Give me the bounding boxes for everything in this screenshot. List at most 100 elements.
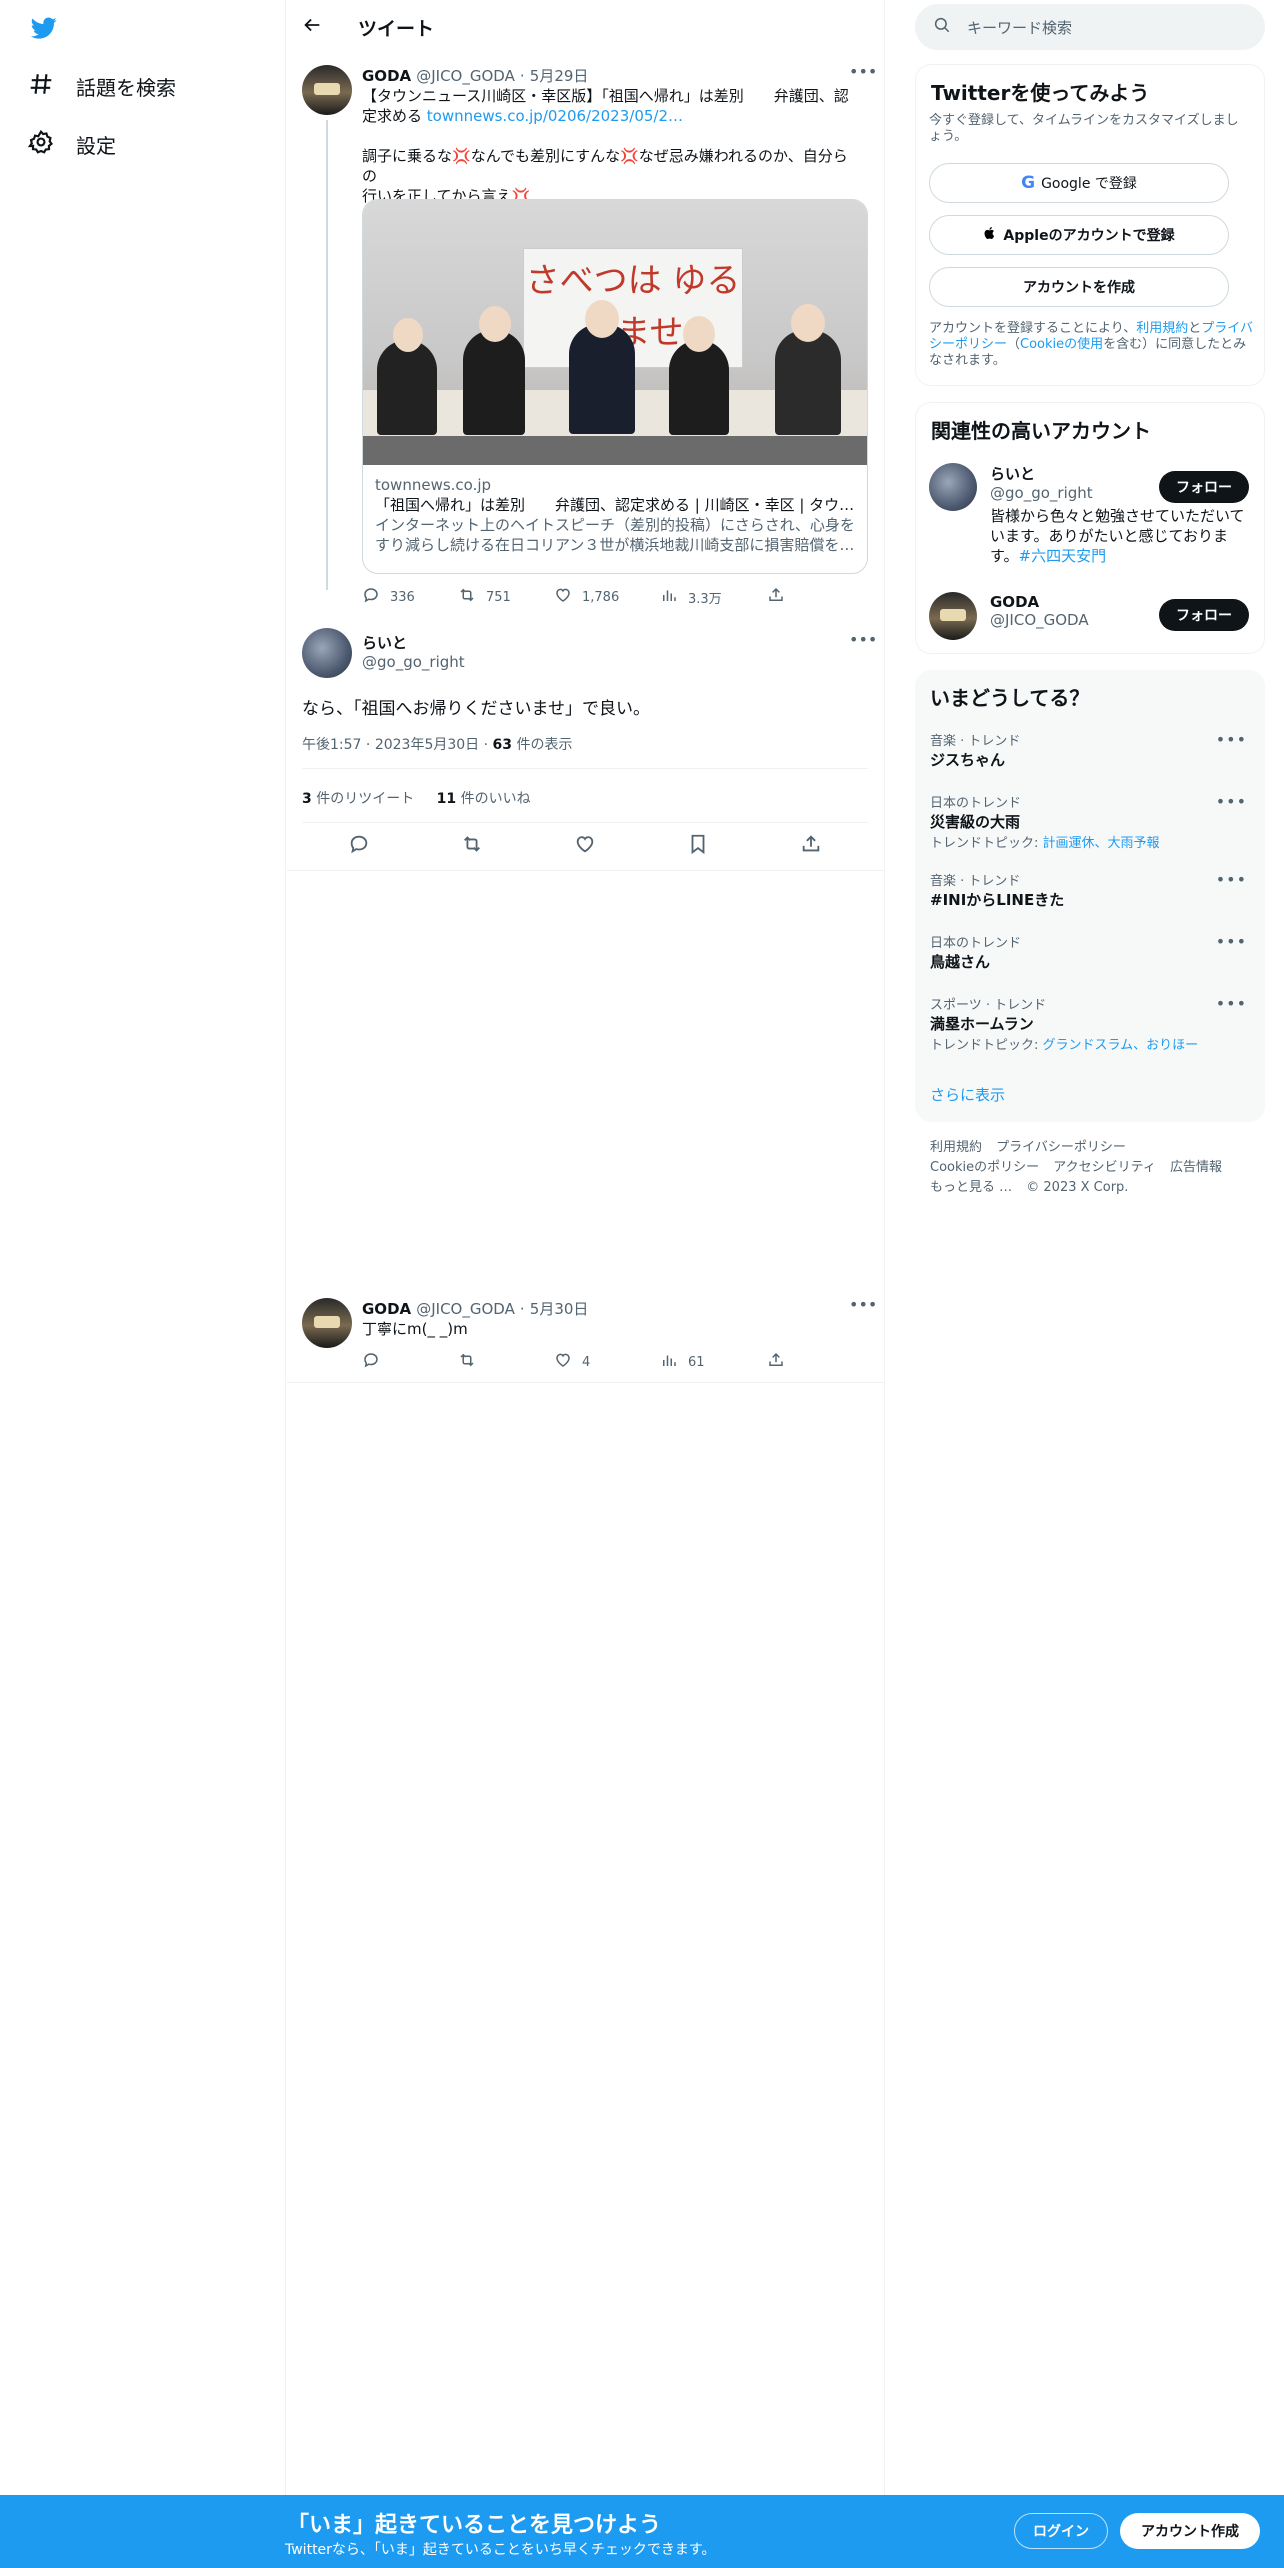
trend-item[interactable]: 日本のトレンド 鳥越さん [930, 932, 1250, 972]
trend-topic-links[interactable]: 計画運休、大雨予報 [1043, 836, 1160, 851]
signup-button[interactable]: アカウント作成 [1120, 2513, 1260, 2549]
page-title: ツイート [358, 18, 435, 40]
more-options-icon[interactable]: ••• [849, 630, 877, 649]
trend-item[interactable]: 音楽 · トレンド #INIからLINEきた [930, 870, 1250, 910]
trend-category: スポーツ · トレンド [930, 998, 1047, 1013]
terms-link[interactable]: 利用規約 [1136, 321, 1188, 336]
retweet-button[interactable]: 751 [458, 586, 554, 608]
avatar[interactable] [302, 65, 352, 115]
trend-item[interactable]: 日本のトレンド 災害級の大雨 トレンドトピック: 計画運休、大雨予報 [930, 792, 1250, 851]
retweet-button[interactable] [458, 1351, 554, 1373]
search-icon [933, 16, 951, 38]
footer-link[interactable]: Cookieのポリシー [930, 1160, 1039, 1175]
left-nav: 話題を検索 設定 [0, 0, 286, 2568]
more-options-icon[interactable]: ••• [1216, 792, 1247, 811]
heart-icon[interactable] [574, 833, 596, 859]
tweet-link[interactable]: townnews.co.jp/0206/2023/05/2… [427, 107, 683, 125]
tweet-text: 【タウンニュース川崎区・幸区版】「祖国へ帰れ」は差別 弁護団、認 定求める to… [362, 86, 857, 206]
related-title: 関連性の高いアカウント [931, 419, 1151, 443]
card-title: 「祖国へ帰れ」は差別 弁護団、認定求める | 川崎区・幸区 | タウ… [375, 496, 855, 514]
avatar[interactable] [302, 1298, 352, 1348]
views-button[interactable]: 61 [660, 1351, 767, 1373]
author-name[interactable]: GODA [362, 1300, 411, 1318]
more-options-icon[interactable]: ••• [1216, 730, 1247, 749]
main-tweet-actions [302, 833, 868, 859]
trend-category: 日本のトレンド [930, 936, 1022, 951]
main-tweet-author: らいと @go_go_right [362, 632, 465, 671]
follow-button[interactable]: フォロー [1159, 471, 1249, 503]
avatar[interactable] [302, 628, 352, 678]
hashtag-link[interactable]: #六四天安門 [1019, 547, 1107, 565]
account-handle[interactable]: @JICO_GODA [990, 611, 1089, 629]
more-options-icon[interactable]: ••• [1216, 870, 1247, 889]
author-name[interactable]: GODA [362, 67, 411, 85]
anger-emoji-icon: 💢 [452, 147, 471, 165]
footer-link[interactable]: 広告情報 [1170, 1160, 1222, 1175]
account-name[interactable]: GODA [990, 593, 1089, 611]
tweet-text-segment: 調子に乗るな [362, 147, 453, 165]
trend-topic-label: トレンドトピック: [930, 1038, 1043, 1053]
trend-topic-links[interactable]: グランドスラム、おりほー [1043, 1038, 1199, 1053]
author-handle[interactable]: @JICO_GODA [416, 67, 515, 85]
twitter-logo-icon[interactable] [29, 15, 59, 45]
more-options-icon[interactable]: ••• [849, 1295, 877, 1314]
more-options-icon[interactable]: ••• [1216, 932, 1247, 951]
cookie-link[interactable]: Cookieの使用 [1020, 337, 1103, 352]
tweet-text: 丁寧にm(_ _)m [362, 1320, 468, 1338]
tweet-time[interactable]: 午後1:57 [302, 737, 361, 753]
reply-count: 336 [390, 589, 415, 605]
create-account-button[interactable]: アカウントを作成 [929, 267, 1229, 307]
card-text: townnews.co.jp 「祖国へ帰れ」は差別 弁護団、認定求める | 川崎… [375, 475, 855, 555]
avatar[interactable] [929, 463, 977, 511]
share-button[interactable] [767, 586, 785, 608]
tweet-header: GODA @JICO_GODA · 5月29日 [362, 65, 588, 86]
view-count: 63 [492, 737, 513, 753]
tweet-date[interactable]: 2023年5月30日 [375, 737, 479, 753]
nav-settings[interactable]: 設定 [27, 129, 116, 160]
signup-title: Twitterを使ってみよう [931, 81, 1150, 105]
search-placeholder: キーワード検索 [967, 18, 1073, 37]
share-button[interactable] [767, 1351, 785, 1373]
tweet-date[interactable]: 5月29日 [530, 67, 589, 85]
nav-explore[interactable]: 話題を検索 [28, 71, 176, 102]
more-options-icon[interactable]: ••• [849, 62, 877, 81]
share-icon[interactable] [800, 833, 822, 859]
avatar[interactable] [929, 592, 977, 640]
retweets-stat[interactable]: 3 件のリツイート [302, 791, 414, 807]
tweet-text-line: 【タウンニュース川崎区・幸区版】「祖国へ帰れ」は差別 弁護団、認 [362, 87, 849, 105]
author-handle[interactable]: @go_go_right [362, 653, 465, 671]
retweet-icon[interactable] [461, 833, 483, 859]
footer-more-link[interactable]: もっと見る … [930, 1180, 1012, 1195]
author-name[interactable]: らいと [362, 632, 465, 653]
apple-signup-button[interactable]: Appleのアカウントで登録 [929, 215, 1229, 255]
bookmark-icon[interactable] [687, 833, 709, 859]
author-handle[interactable]: @JICO_GODA [416, 1300, 515, 1318]
footer-link[interactable]: プライバシーポリシー [996, 1140, 1126, 1155]
create-account-label: アカウントを作成 [1023, 280, 1135, 296]
account-bio: 皆様から色々と勉強させていただいています。ありがたいと感じております。#六四天安… [990, 506, 1245, 566]
tweet-date[interactable]: 5月30日 [530, 1300, 589, 1318]
reply-button[interactable] [362, 1351, 458, 1373]
likes-stat[interactable]: 11 件のいいね [437, 791, 531, 807]
trend-item[interactable]: 音楽 · トレンド ジスちゃん [930, 730, 1250, 770]
more-options-icon[interactable]: ••• [1216, 994, 1247, 1013]
reply-button[interactable]: 336 [362, 586, 458, 608]
like-button[interactable]: 1,786 [554, 586, 660, 608]
follow-button[interactable]: フォロー [1159, 599, 1249, 631]
search-input[interactable]: キーワード検索 [915, 4, 1265, 50]
show-more-link[interactable]: さらに表示 [930, 1084, 1005, 1105]
like-button[interactable]: 4 [554, 1351, 660, 1373]
signup-panel: Twitterを使ってみよう 今すぐ登録して、タイムラインをカスタマイズしましょ… [915, 64, 1265, 386]
main-tweet-text: なら、「祖国へお帰りくださいませ」で良い。 [302, 699, 650, 719]
google-signup-button[interactable]: G Google で登録 [929, 163, 1229, 203]
column-divider-right [884, 0, 885, 2500]
terms-text: アカウントを登録することにより、 [929, 321, 1137, 336]
footer-link[interactable]: 利用規約 [930, 1140, 982, 1155]
link-card[interactable]: さべつは ゆるしませ townnews.co.jp 「祖国へ帰れ」は差別 弁護団… [362, 199, 868, 574]
login-button[interactable]: ログイン [1014, 2513, 1108, 2549]
reply-icon[interactable] [348, 833, 370, 859]
footer-link[interactable]: アクセシビリティ [1053, 1160, 1156, 1175]
trend-item[interactable]: スポーツ · トレンド 満塁ホームラン トレンドトピック: グランドスラム、おり… [930, 994, 1250, 1053]
views-button[interactable]: 3.3万 [660, 586, 767, 608]
back-arrow-icon[interactable] [301, 14, 323, 40]
